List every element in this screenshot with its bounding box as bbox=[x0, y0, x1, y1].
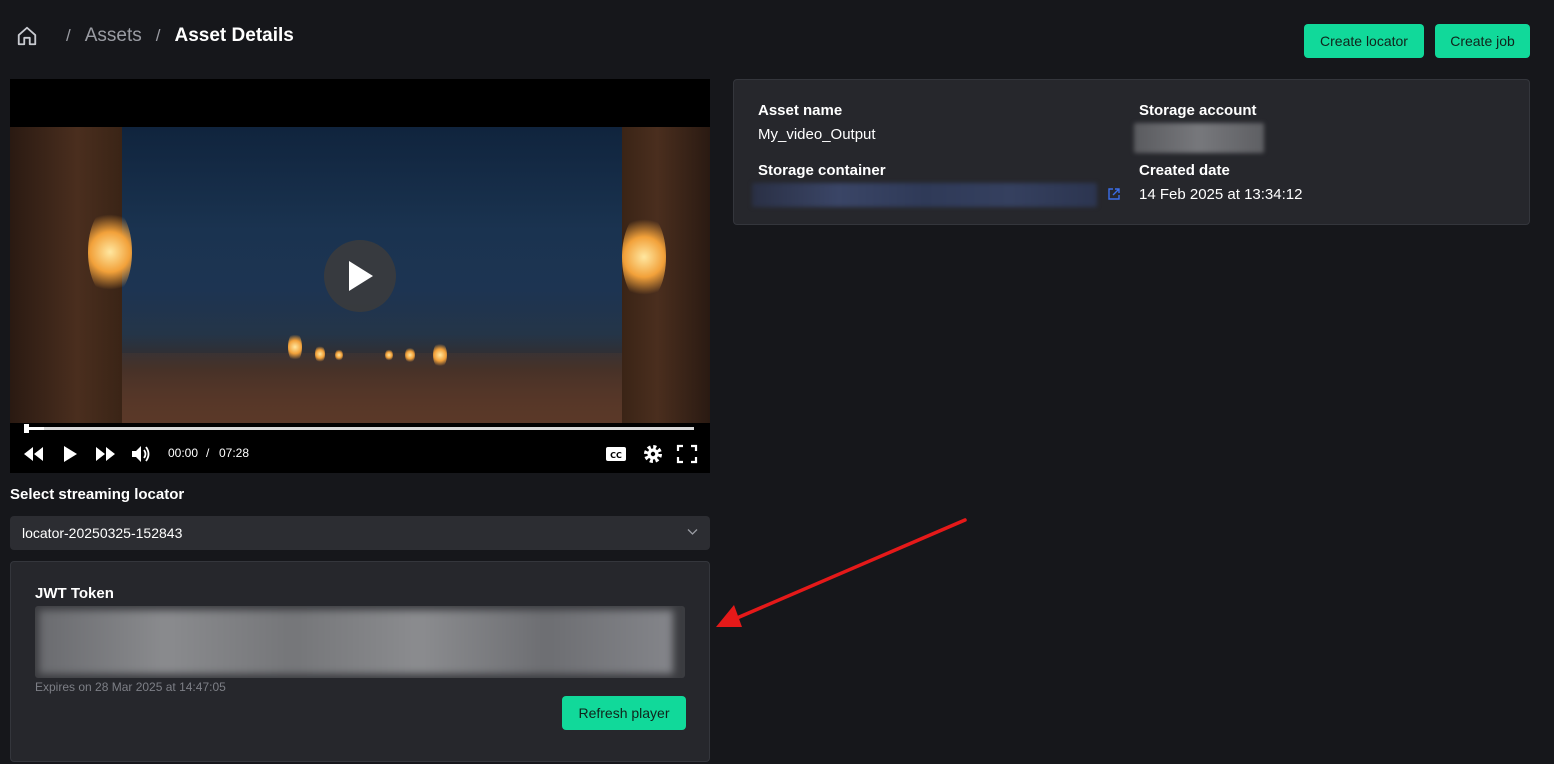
rewind-icon[interactable] bbox=[22, 443, 46, 465]
video-scene-torch bbox=[433, 342, 447, 368]
breadcrumb-assets-link[interactable]: Assets bbox=[85, 25, 142, 47]
asset-info-card: Asset name My_video_Output Storage accou… bbox=[733, 79, 1530, 225]
big-play-button[interactable] bbox=[324, 240, 396, 312]
volume-icon[interactable] bbox=[129, 443, 153, 465]
video-scene-torch bbox=[622, 212, 666, 302]
page-title: Asset Details bbox=[174, 25, 294, 46]
external-link-icon[interactable] bbox=[1107, 187, 1121, 201]
created-date-value: 14 Feb 2025 at 13:34:12 bbox=[1139, 186, 1303, 203]
play-icon[interactable] bbox=[58, 443, 82, 465]
fast-forward-icon[interactable] bbox=[93, 443, 117, 465]
video-scene-torch bbox=[405, 347, 415, 363]
jwt-token-label: JWT Token bbox=[35, 585, 114, 602]
breadcrumb-separator: / bbox=[155, 26, 161, 45]
jwt-token-card: JWT Token Expires on 28 Mar 2025 at 14:4… bbox=[10, 561, 710, 762]
jwt-expires-text: Expires on 28 Mar 2025 at 14:47:05 bbox=[35, 680, 226, 694]
annotation-arrow-icon bbox=[716, 518, 967, 627]
asset-details-page: / Assets / Asset Details Create locator … bbox=[0, 0, 1554, 764]
create-job-button[interactable]: Create job bbox=[1435, 24, 1530, 58]
storage-account-value-redacted bbox=[1134, 123, 1264, 153]
fullscreen-icon[interactable] bbox=[675, 443, 699, 465]
storage-container-value-redacted bbox=[752, 183, 1097, 207]
settings-gear-icon[interactable] bbox=[641, 443, 665, 465]
breadcrumb-separator: / bbox=[66, 26, 71, 45]
jwt-token-redacted bbox=[39, 610, 673, 674]
current-time: 00:00 bbox=[168, 446, 199, 460]
svg-text:CC: CC bbox=[610, 451, 622, 460]
player-controls: 00:00 / 07:28 CC bbox=[10, 441, 710, 469]
created-date-label: Created date bbox=[1139, 162, 1230, 179]
video-scene-torch bbox=[288, 332, 302, 362]
video-scene-ground bbox=[122, 353, 622, 423]
streaming-locator-label: Select streaming locator bbox=[10, 486, 185, 503]
play-icon bbox=[349, 261, 373, 291]
chevron-down-icon bbox=[687, 529, 698, 535]
time-separator: / bbox=[206, 446, 210, 460]
streaming-locator-select[interactable]: locator-20250325-152843 bbox=[10, 516, 710, 550]
video-scene-torch bbox=[385, 349, 393, 361]
video-scene-torch bbox=[88, 207, 132, 297]
video-player[interactable]: 00:00 / 07:28 CC bbox=[10, 79, 710, 473]
home-icon[interactable] bbox=[16, 25, 38, 47]
asset-name-label: Asset name bbox=[758, 102, 843, 119]
breadcrumb: / Assets / Asset Details bbox=[16, 22, 294, 50]
video-scene-torch bbox=[335, 349, 343, 361]
storage-container-label: Storage container bbox=[758, 162, 886, 179]
create-locator-button[interactable]: Create locator bbox=[1304, 24, 1424, 58]
video-progress-handle[interactable] bbox=[24, 424, 29, 433]
refresh-player-button[interactable]: Refresh player bbox=[562, 696, 686, 730]
duration: 07:28 bbox=[219, 446, 250, 460]
storage-account-label: Storage account bbox=[1139, 102, 1257, 119]
closed-captions-icon[interactable]: CC bbox=[604, 443, 628, 465]
video-progress-bar[interactable] bbox=[24, 424, 694, 433]
asset-name-value: My_video_Output bbox=[758, 126, 876, 143]
video-scene-torch bbox=[315, 345, 325, 363]
jwt-token-textarea[interactable] bbox=[35, 606, 685, 678]
streaming-locator-selected-value: locator-20250325-152843 bbox=[22, 525, 183, 541]
